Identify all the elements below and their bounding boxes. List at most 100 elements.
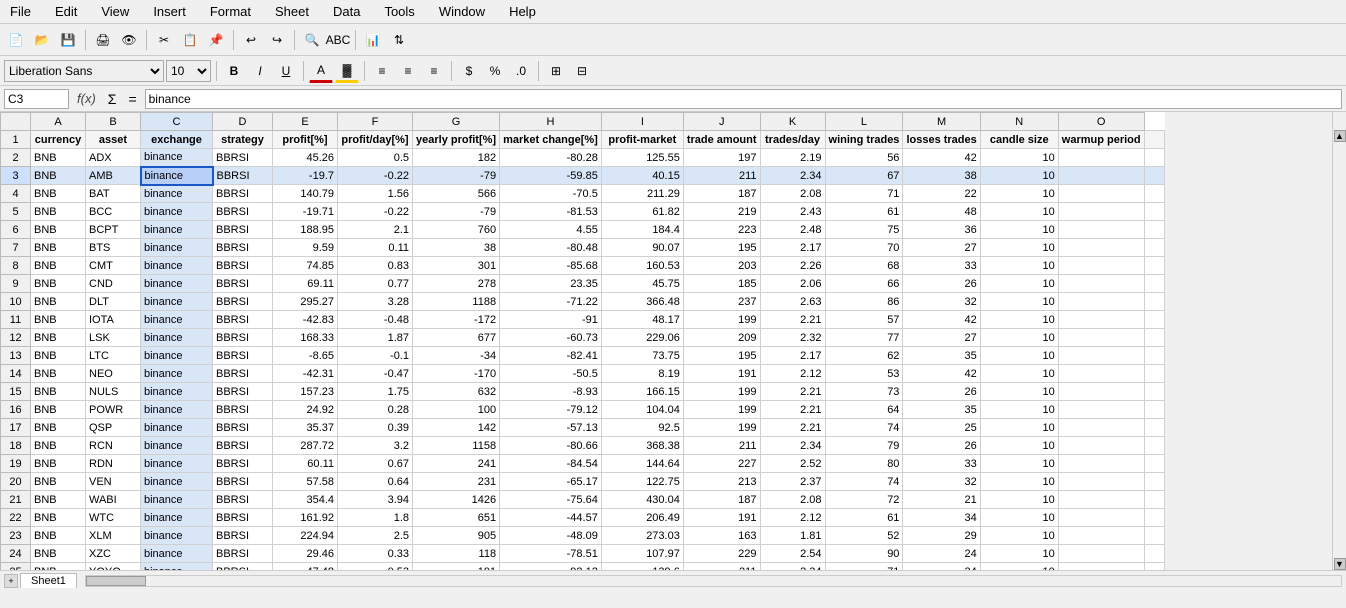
table-cell[interactable]: CMT	[86, 257, 141, 275]
table-cell[interactable]: binance	[141, 149, 213, 167]
table-cell[interactable]: 66	[825, 275, 903, 293]
table-cell[interactable]: BNB	[31, 221, 86, 239]
table-cell[interactable]: BBRSI	[213, 401, 273, 419]
row-header-20[interactable]: 20	[1, 473, 31, 491]
table-cell[interactable]	[1144, 437, 1164, 455]
cut-btn[interactable]: ✂	[152, 28, 176, 52]
table-cell[interactable]: 10	[980, 473, 1058, 491]
table-cell[interactable]: -71.22	[500, 293, 602, 311]
table-cell[interactable]: 10	[980, 293, 1058, 311]
table-cell[interactable]: 74.85	[273, 257, 338, 275]
table-cell[interactable]: 61.82	[601, 203, 683, 221]
row-header-6[interactable]: 6	[1, 221, 31, 239]
table-cell[interactable]: 219	[683, 203, 760, 221]
table-cell[interactable]: 125.55	[601, 149, 683, 167]
table-cell[interactable]: RDN	[86, 455, 141, 473]
table-cell[interactable]: 273.03	[601, 527, 683, 545]
save-btn[interactable]: 💾	[56, 28, 80, 52]
align-left-btn[interactable]: ≡	[370, 59, 394, 83]
row-header-15[interactable]: 15	[1, 383, 31, 401]
table-cell[interactable]: -59.85	[500, 167, 602, 185]
table-cell[interactable]: binance	[141, 545, 213, 563]
table-cell[interactable]: 74	[825, 473, 903, 491]
bold-btn[interactable]: B	[222, 59, 246, 83]
table-cell[interactable]: 199	[683, 383, 760, 401]
table-cell[interactable]: 10	[980, 401, 1058, 419]
table-cell[interactable]: 48.17	[601, 311, 683, 329]
table-cell[interactable]: -70.5	[500, 185, 602, 203]
row-header-22[interactable]: 22	[1, 509, 31, 527]
table-cell[interactable]: -8.93	[500, 383, 602, 401]
table-cell[interactable]: 142	[413, 419, 500, 437]
row-header-24[interactable]: 24	[1, 545, 31, 563]
table-cell[interactable]: 61	[825, 509, 903, 527]
table-cell[interactable]: 26	[903, 437, 980, 455]
table-cell[interactable]: 3.2	[338, 437, 413, 455]
col-header-B[interactable]: B	[86, 113, 141, 131]
table-cell[interactable]	[1144, 185, 1164, 203]
menu-sheet[interactable]: Sheet	[269, 2, 315, 21]
equals-button[interactable]: =	[124, 91, 140, 107]
table-cell[interactable]: 40.15	[601, 167, 683, 185]
table-cell[interactable]: -42.31	[273, 365, 338, 383]
table-cell[interactable]: DLT	[86, 293, 141, 311]
table-cell[interactable]: binance	[141, 347, 213, 365]
table-cell[interactable]: binance	[141, 167, 213, 185]
table-cell[interactable]: profit[%]	[273, 131, 338, 149]
table-cell[interactable]: BTS	[86, 239, 141, 257]
redo-btn[interactable]: ↪	[265, 28, 289, 52]
table-cell[interactable]: 632	[413, 383, 500, 401]
table-cell[interactable]: 33	[903, 257, 980, 275]
table-cell[interactable]: 287.72	[273, 437, 338, 455]
table-cell[interactable]: BNB	[31, 347, 86, 365]
table-cell[interactable]: 166.15	[601, 383, 683, 401]
table-cell[interactable]: binance	[141, 419, 213, 437]
table-cell[interactable]: 67	[825, 167, 903, 185]
table-cell[interactable]: BNB	[31, 509, 86, 527]
table-cell[interactable]: 144.64	[601, 455, 683, 473]
table-cell[interactable]: NULS	[86, 383, 141, 401]
table-cell[interactable]	[1144, 311, 1164, 329]
currency-btn[interactable]: $	[457, 59, 481, 83]
table-cell[interactable]	[1058, 509, 1144, 527]
col-header-J[interactable]: J	[683, 113, 760, 131]
menu-format[interactable]: Format	[204, 2, 257, 21]
table-cell[interactable]: -0.22	[338, 167, 413, 185]
table-cell[interactable]	[1058, 401, 1144, 419]
table-cell[interactable]: AMB	[86, 167, 141, 185]
table-cell[interactable]: 86	[825, 293, 903, 311]
table-cell[interactable]: 2.34	[760, 437, 825, 455]
table-cell[interactable]	[1144, 203, 1164, 221]
find-btn[interactable]: 🔍	[300, 28, 324, 52]
table-cell[interactable]	[1058, 473, 1144, 491]
menu-help[interactable]: Help	[503, 2, 542, 21]
table-cell[interactable]: BNB	[31, 257, 86, 275]
menu-file[interactable]: File	[4, 2, 37, 21]
table-cell[interactable]: profit-market	[601, 131, 683, 149]
open-btn[interactable]: 📂	[30, 28, 54, 52]
table-cell[interactable]: LSK	[86, 329, 141, 347]
table-cell[interactable]: 107.97	[601, 545, 683, 563]
table-cell[interactable]: 104.04	[601, 401, 683, 419]
table-cell[interactable]: 10	[980, 311, 1058, 329]
table-cell[interactable]: XZC	[86, 545, 141, 563]
table-cell[interactable]	[1144, 527, 1164, 545]
table-cell[interactable]: 1.81	[760, 527, 825, 545]
table-cell[interactable]: BBRSI	[213, 563, 273, 571]
table-cell[interactable]	[1058, 257, 1144, 275]
table-cell[interactable]: 10	[980, 383, 1058, 401]
table-cell[interactable]: 185	[683, 275, 760, 293]
decimal-btn[interactable]: .0	[509, 59, 533, 83]
table-cell[interactable]: POWR	[86, 401, 141, 419]
table-cell[interactable]	[1144, 545, 1164, 563]
table-cell[interactable]: 651	[413, 509, 500, 527]
row-header-7[interactable]: 7	[1, 239, 31, 257]
table-cell[interactable]: 566	[413, 185, 500, 203]
table-cell[interactable]: 10	[980, 437, 1058, 455]
menu-view[interactable]: View	[95, 2, 135, 21]
table-cell[interactable]	[1144, 473, 1164, 491]
table-cell[interactable]: 2.21	[760, 419, 825, 437]
table-cell[interactable]: 35	[903, 401, 980, 419]
table-cell[interactable]: yearly profit[%]	[413, 131, 500, 149]
table-cell[interactable]: 100	[413, 401, 500, 419]
